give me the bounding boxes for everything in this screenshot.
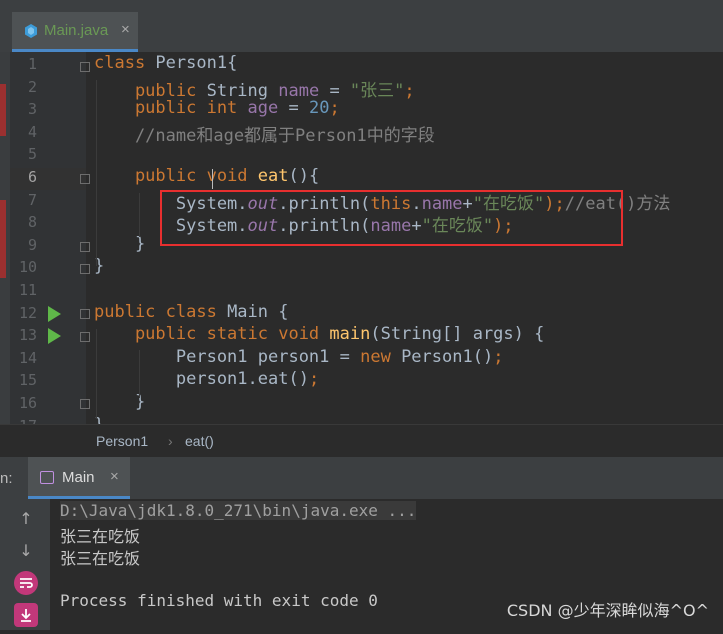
breadcrumb: Person1 › eat() <box>0 424 723 458</box>
code-token: Person1() <box>401 346 494 367</box>
run-icon[interactable] <box>48 306 61 322</box>
line-number: 4 <box>27 122 37 141</box>
text-caret <box>212 169 213 189</box>
line-number: 3 <box>27 100 37 119</box>
code-line: //name和age都属于Person1中的字段 <box>94 121 435 146</box>
code-line: class Person1{ <box>94 53 237 73</box>
code-line: public class Main { <box>94 302 288 322</box>
indent-guide <box>96 80 97 266</box>
line-number: 11 <box>18 281 37 299</box>
indent-guide <box>96 329 97 419</box>
console-output-line: 张三在吃饭 <box>60 549 141 568</box>
code-token: ; <box>404 80 415 101</box>
console-output-line: 张三在吃饭 <box>60 527 141 546</box>
close-icon[interactable]: × <box>121 21 130 38</box>
line-number: 14 <box>18 348 37 367</box>
code-token: void <box>206 166 258 186</box>
code-token: 20 <box>308 98 330 119</box>
watermark: CSDN @少年深眸似海^O^ <box>506 601 709 620</box>
console-icon <box>40 471 54 484</box>
line-number: 9 <box>27 235 37 254</box>
indent-guide <box>139 350 140 398</box>
line-number: 5 <box>27 145 37 164</box>
code-line: public int age = 20; <box>94 98 340 118</box>
line-number: 6 <box>27 168 37 186</box>
line-number: 8 <box>27 213 37 232</box>
java-file-icon <box>25 24 37 38</box>
close-icon[interactable]: × <box>110 468 119 485</box>
code-token: ; <box>329 98 340 119</box>
line-number: 10 <box>18 258 37 277</box>
highlight-box-code <box>160 190 623 246</box>
code-token: age <box>247 98 279 119</box>
tab-run-main[interactable]: Main × <box>28 457 130 499</box>
code-token: ; <box>308 369 320 390</box>
fold-icon[interactable] <box>80 242 90 252</box>
run-label: n: <box>0 470 13 487</box>
code-token: (){ <box>288 166 320 186</box>
code-line: public static void main(String[] args) { <box>94 324 544 344</box>
code-token: (String[] args) { <box>370 324 545 345</box>
code-token: public int <box>94 98 248 119</box>
tab-main-java[interactable]: Main.java × <box>12 12 138 52</box>
run-icon[interactable] <box>48 328 61 344</box>
indent-guide <box>139 193 140 237</box>
fold-icon[interactable] <box>80 399 90 409</box>
scroll-down-icon[interactable]: ↓ <box>14 539 38 563</box>
console-exit-message: Process finished with exit code 0 <box>60 591 378 610</box>
error-marker <box>0 200 6 278</box>
code-token: Person1{ <box>155 53 238 73</box>
scroll-up-icon[interactable]: ↑ <box>14 507 38 531</box>
fold-icon[interactable] <box>80 332 90 342</box>
code-line: public void eat(){ <box>94 166 319 186</box>
breadcrumb-method[interactable]: eat() <box>185 433 214 449</box>
left-tool-strip <box>0 52 10 424</box>
code-token: class <box>94 53 156 73</box>
line-number: 1 <box>27 55 37 73</box>
code-token: "张三" <box>349 80 405 101</box>
console-command: D:\Java\jdk1.8.0_271\bin\java.exe ... <box>60 501 417 520</box>
code-token: Main { <box>227 301 289 322</box>
fold-icon[interactable] <box>80 264 90 274</box>
code-token: person1.eat() <box>94 369 309 390</box>
code-token: public class <box>94 301 228 322</box>
code-line: Person1 person1 = new Person1(); <box>94 346 504 367</box>
run-tool-bar: n: Main × <box>0 457 723 499</box>
line-number: 15 <box>18 371 37 390</box>
breadcrumb-separator: › <box>168 433 173 449</box>
code-line: } <box>94 234 145 254</box>
code-token: main <box>329 324 371 345</box>
code-token: } <box>94 233 146 254</box>
code-token: Person1 person1 = <box>94 346 361 367</box>
code-token: new <box>360 346 402 367</box>
line-number: 7 <box>27 190 37 209</box>
code-token: eat <box>257 166 289 186</box>
tab-file-name: Main.java <box>44 22 109 39</box>
breadcrumb-class[interactable]: Person1 <box>96 433 148 449</box>
code-token: ; <box>493 346 504 367</box>
editor-tab-bar: Main.java × <box>0 0 723 52</box>
code-token: public <box>94 166 207 186</box>
console-toolbar: ↑ ↓ <box>0 499 50 630</box>
fold-icon[interactable] <box>80 309 90 319</box>
code-line: person1.eat(); <box>94 369 319 389</box>
line-number: 2 <box>27 77 37 96</box>
scroll-to-end-icon[interactable] <box>14 603 38 627</box>
code-line: public String name = "张三"; <box>94 76 415 101</box>
code-token: //name和age都属于Person1中的字段 <box>94 125 435 146</box>
line-number: 16 <box>18 394 37 412</box>
fold-icon[interactable] <box>80 62 90 72</box>
code-token: = <box>278 98 309 119</box>
line-number: 13 <box>18 326 37 345</box>
error-marker <box>0 84 6 136</box>
run-tab-name: Main <box>62 469 95 486</box>
fold-icon[interactable] <box>80 174 90 184</box>
soft-wrap-icon[interactable] <box>14 571 38 595</box>
line-number: 12 <box>18 303 37 322</box>
code-token: } <box>94 392 146 412</box>
code-line: } <box>94 392 145 412</box>
code-token: public static void <box>94 324 330 345</box>
